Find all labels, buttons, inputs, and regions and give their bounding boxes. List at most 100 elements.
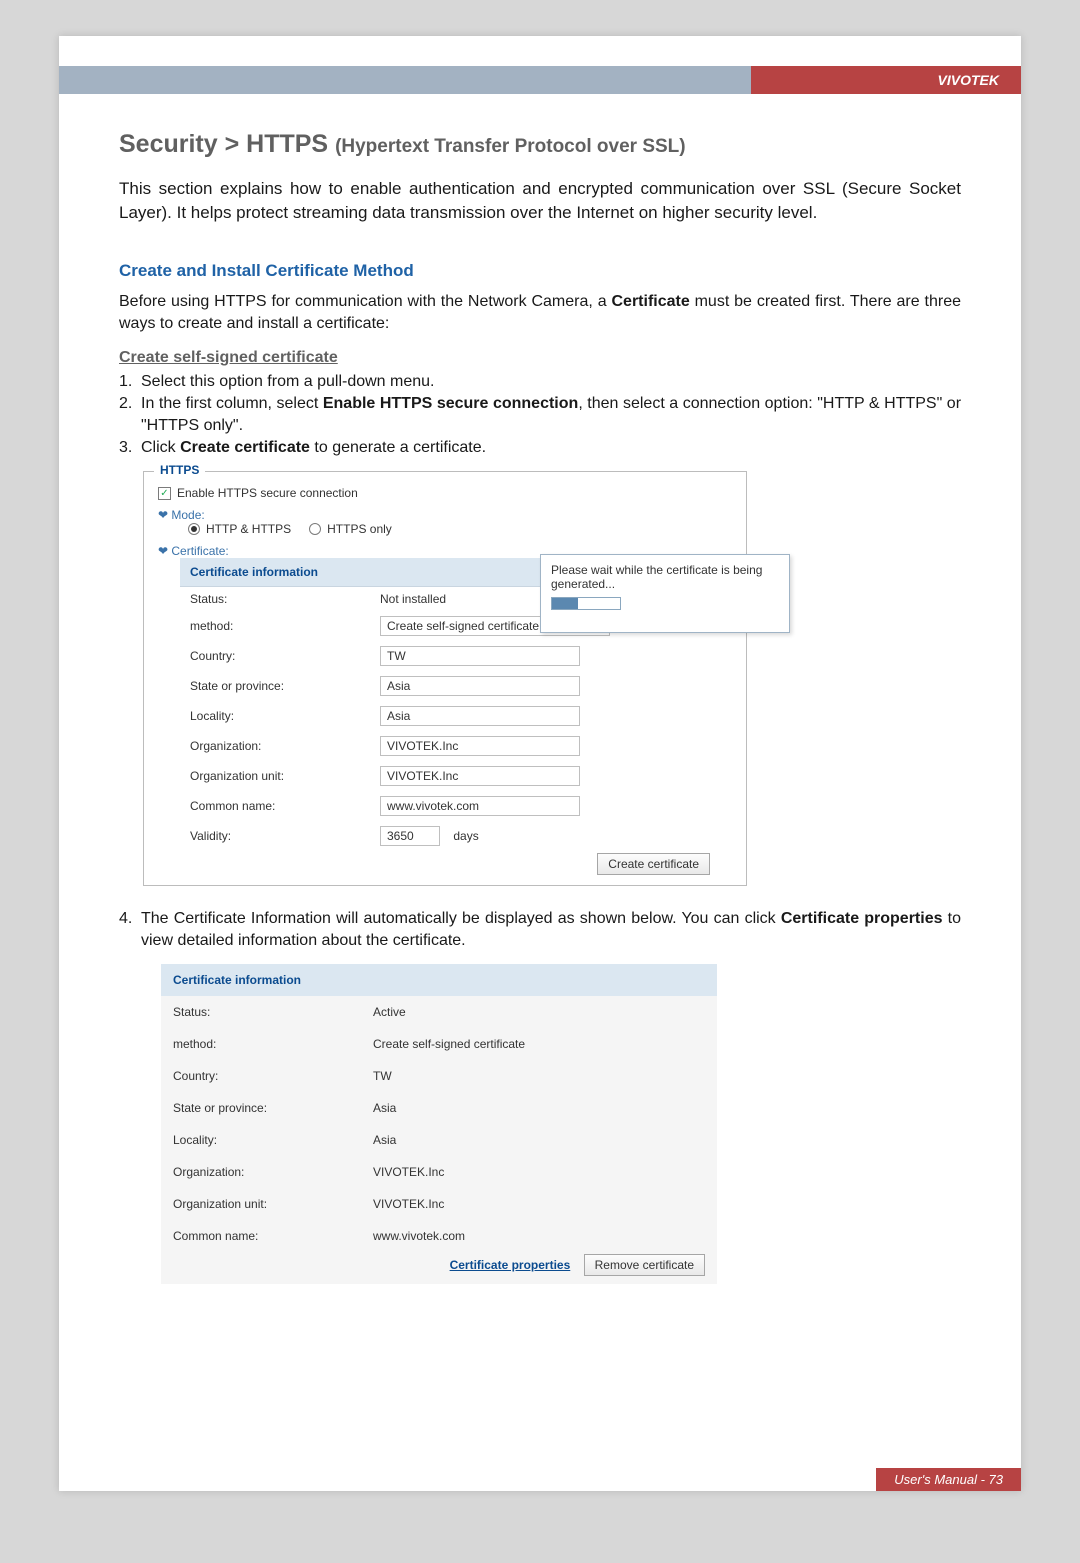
locality-row: Locality: Asia [161,1124,717,1156]
page-footer: User's Manual - 73 [876,1468,1021,1491]
fieldset-legend: HTTPS [154,463,205,477]
country-input[interactable]: TW [380,646,580,666]
state-input[interactable]: Asia [380,676,580,696]
page: VIVOTEK Security > HTTPS (Hypertext Tran… [59,36,1021,1491]
status-label: Status: [190,592,380,606]
method-value: Create self-signed certificate [373,1037,705,1051]
locality-value: Asia [373,1133,705,1147]
country-row: Country: TW [180,641,720,671]
step-num: 2. [119,393,141,437]
organization-row: Organization: VIVOTEK.Inc [161,1156,717,1188]
title-sub: (Hypertext Transfer Protocol over SSL) [335,136,686,157]
validity-unit: days [453,829,478,843]
organization-unit-row: Organization unit: VIVOTEK.Inc [161,1188,717,1220]
common-name-label: Common name: [190,799,380,813]
certificate-properties-link[interactable]: Certificate properties [450,1258,571,1272]
country-value: TW [373,1069,705,1083]
content: Security > HTTPS (Hypertext Transfer Pro… [59,94,1021,1324]
progress-bar [551,597,621,610]
organization-unit-value: VIVOTEK.Inc [373,1197,705,1211]
status-label: Status: [173,1005,373,1019]
common-name-value: www.vivotek.com [373,1229,705,1243]
organization-unit-input[interactable]: VIVOTEK.Inc [380,766,580,786]
paragraph-1: Before using HTTPS for communication wit… [119,291,961,335]
validity-label: Validity: [190,829,380,843]
organization-label: Organization: [190,739,380,753]
mode-options: HTTP & HTTPS HTTPS only [158,522,732,536]
step-text: In the first column, select Enable HTTPS… [141,393,961,437]
organization-unit-row: Organization unit: VIVOTEK.Inc [180,761,720,791]
step-text: Select this option from a pull-down menu… [141,371,961,393]
locality-label: Locality: [173,1133,373,1147]
sub-heading: Create self-signed certificate [119,349,961,367]
step-num: 3. [119,437,141,459]
create-certificate-button[interactable]: Create certificate [597,853,710,875]
enable-https-row: ✓ Enable HTTPS secure connection [158,486,732,500]
enable-https-label: Enable HTTPS secure connection [177,486,358,500]
https-fieldset: HTTPS Please wait while the certificate … [143,471,747,886]
mode-http-https-radio[interactable] [188,523,200,535]
mode-label: Mode: [171,508,204,522]
organization-value: VIVOTEK.Inc [373,1165,705,1179]
cert-button-row: Create certificate [180,851,720,871]
cert-panel-header: Certificate information [161,964,717,996]
mode-expander[interactable]: ❤ Mode: [158,508,732,522]
title-main: Security > HTTPS [119,130,328,158]
brand-name: VIVOTEK [751,66,1021,94]
mode-opt2-label: HTTPS only [327,522,392,536]
organization-unit-label: Organization unit: [173,1197,373,1211]
progress-fill [552,598,578,609]
mode-opt1-label: HTTP & HTTPS [206,522,291,536]
country-label: Country: [173,1069,373,1083]
section-heading: Create and Install Certificate Method [119,261,961,281]
step-3: 3.Click Create certificate to generate a… [119,437,961,459]
common-name-row: Common name: www.vivotek.com [161,1220,717,1252]
https-panel-screenshot: HTTPS Please wait while the certificate … [143,471,961,886]
step-num: 4. [119,908,141,952]
organization-input[interactable]: VIVOTEK.Inc [380,736,580,756]
state-label: State or province: [173,1101,373,1115]
steps-list: 1.Select this option from a pull-down me… [119,371,961,459]
method-label: method: [173,1037,373,1051]
state-row: State or province: Asia [180,671,720,701]
state-row: State or province: Asia [161,1092,717,1124]
step-text: The Certificate Information will automat… [141,908,961,952]
cert-footer-row: Certificate properties Remove certificat… [161,1252,717,1284]
intro-paragraph: This section explains how to enable auth… [119,177,961,225]
remove-certificate-button[interactable]: Remove certificate [584,1254,705,1276]
locality-input[interactable]: Asia [380,706,580,726]
common-name-input[interactable]: www.vivotek.com [380,796,580,816]
method-label: method: [190,619,380,633]
step-text: Click Create certificate to generate a c… [141,437,961,459]
validity-row: Validity: 3650 days [180,821,720,851]
mode-https-only-radio[interactable] [309,523,321,535]
enable-https-checkbox[interactable]: ✓ [158,487,171,500]
step-1: 1.Select this option from a pull-down me… [119,371,961,393]
status-row: Status: Active [161,996,717,1028]
locality-row: Locality: Asia [180,701,720,731]
generating-tooltip: Please wait while the certificate is bei… [540,554,790,633]
para1-a: Before using HTTPS for communication wit… [119,293,611,310]
method-row: method: Create self-signed certificate [161,1028,717,1060]
step-4: 4. The Certificate Information will auto… [119,908,961,952]
certificate-info-screenshot: Certificate information Status: Active m… [161,964,961,1284]
state-label: State or province: [190,679,380,693]
common-name-label: Common name: [173,1229,373,1243]
step-num: 1. [119,371,141,393]
status-value: Active [373,1005,705,1019]
organization-label: Organization: [173,1165,373,1179]
certificate-info-panel: Certificate information Status: Active m… [161,964,717,1284]
step-2: 2.In the first column, select Enable HTT… [119,393,961,437]
common-name-row: Common name: www.vivotek.com [180,791,720,821]
validity-input[interactable]: 3650 [380,826,440,846]
organization-unit-label: Organization unit: [190,769,380,783]
page-title: Security > HTTPS (Hypertext Transfer Pro… [119,130,961,159]
para1-b: Certificate [611,293,689,310]
state-value: Asia [373,1101,705,1115]
country-label: Country: [190,649,380,663]
tooltip-text: Please wait while the certificate is bei… [551,563,762,591]
country-row: Country: TW [161,1060,717,1092]
brand-strip: VIVOTEK [59,66,1021,94]
header-spacer [59,36,1021,66]
organization-row: Organization: VIVOTEK.Inc [180,731,720,761]
